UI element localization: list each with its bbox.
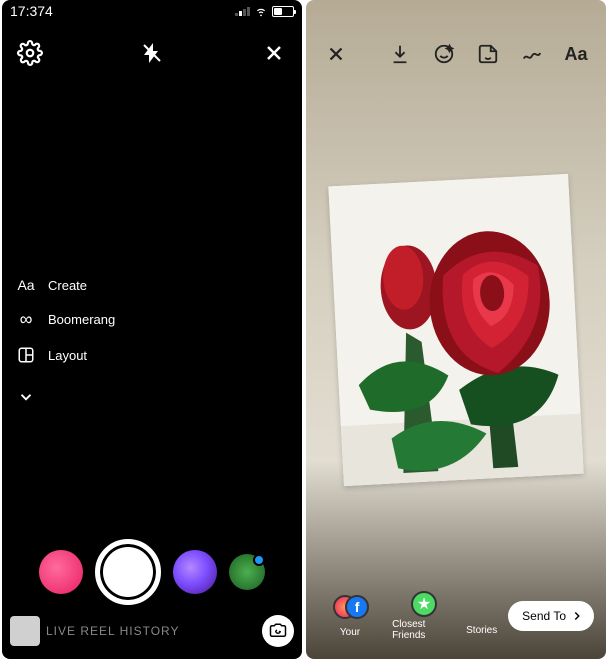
mode-label: Create (48, 278, 87, 293)
mode-label: Layout (48, 348, 87, 363)
squiggle-icon (521, 43, 543, 65)
share-stories: Stories (466, 597, 498, 636)
capture-modes[interactable]: LIVE REEL HISTORY (46, 624, 256, 638)
story-canvas[interactable] (306, 78, 606, 581)
story-photo[interactable] (328, 173, 583, 485)
flash-button[interactable] (138, 39, 166, 67)
effect-pink[interactable] (39, 550, 83, 594)
close-icon (262, 41, 286, 65)
battery-icon (272, 6, 294, 17)
camera-bottom-bar: LIVE REEL HISTORY (2, 605, 302, 659)
camera-switch-icon (269, 622, 287, 640)
status-bar: 17:374 (2, 0, 302, 19)
editor-tools: Aa (386, 40, 590, 68)
effect-avatar[interactable] (229, 554, 265, 590)
layout-icon (14, 346, 38, 364)
camera-mode-list: Aa Create ∞ Boomerang Layout (2, 277, 302, 406)
mode-boomerang[interactable]: ∞ Boomerang (14, 309, 302, 330)
story-editor-screen: Aa (306, 0, 606, 659)
mode-expand[interactable] (14, 388, 302, 406)
camera-switch-button[interactable] (262, 615, 294, 647)
facebook-icon: f (345, 595, 369, 619)
draw-button[interactable] (518, 40, 546, 68)
settings-button[interactable] (16, 39, 44, 67)
mode-create[interactable]: Aa Create (14, 277, 302, 293)
gear-icon (17, 40, 43, 66)
close-button[interactable] (260, 39, 288, 67)
gallery-button[interactable] (10, 616, 40, 646)
text-aa-icon: Aa (564, 44, 587, 65)
download-button[interactable] (386, 40, 414, 68)
editor-top-bar: Aa (306, 0, 606, 78)
send-to-label: Send To (522, 609, 566, 623)
sticker-button[interactable] (474, 40, 502, 68)
camera-screen: 17:374 Aa Create ∞ Boomerang (2, 0, 302, 659)
status-time: 17:374 (10, 3, 53, 19)
infinity-icon: ∞ (14, 309, 38, 330)
text-aa-icon: Aa (14, 277, 38, 293)
mode-label: Boomerang (48, 312, 115, 327)
rose-image (328, 173, 583, 485)
share-your-story[interactable]: f Your (318, 595, 382, 638)
mode-layout[interactable]: Layout (14, 346, 302, 364)
camera-top-controls (2, 19, 302, 87)
chevron-right-icon (570, 609, 584, 623)
story-avatar-stack: f (333, 595, 367, 625)
close-friends-star-icon: ★ (411, 591, 437, 617)
share-close-friends[interactable]: ★ Closest Friends (392, 591, 456, 641)
shutter-button[interactable] (95, 539, 161, 605)
status-indicators (235, 4, 294, 18)
editor-close-button[interactable] (322, 40, 350, 68)
effects-button[interactable] (430, 40, 458, 68)
chevron-down-icon (14, 388, 38, 406)
wifi-icon (254, 4, 268, 18)
flash-off-icon (140, 41, 164, 65)
share-label: Your (340, 627, 360, 638)
send-to-button[interactable]: Send To (508, 601, 594, 631)
share-label: Closest Friends (392, 619, 456, 641)
share-label: Stories (466, 625, 497, 636)
effect-purple[interactable] (173, 550, 217, 594)
sticker-icon (477, 43, 499, 65)
share-bar: f Your ★ Closest Friends Stories Send To (306, 581, 606, 659)
smiley-sparkle-icon (433, 43, 455, 65)
close-icon (325, 43, 347, 65)
text-button[interactable]: Aa (562, 40, 590, 68)
cellular-signal-icon (235, 7, 250, 16)
effects-carousel (2, 539, 302, 605)
download-icon (389, 43, 411, 65)
